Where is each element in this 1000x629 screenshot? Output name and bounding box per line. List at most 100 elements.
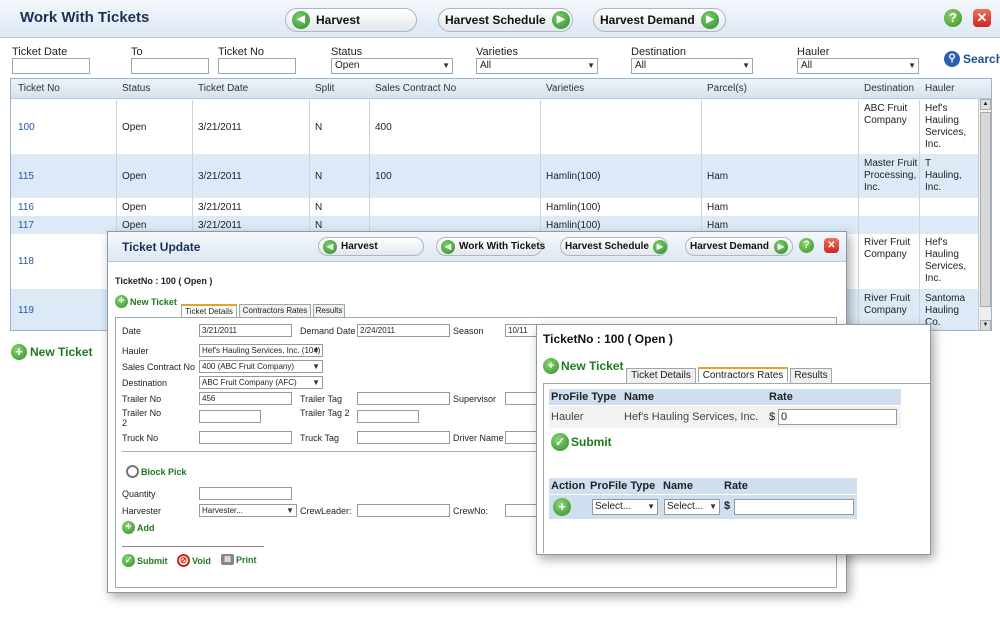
help-icon[interactable]: ? [799, 238, 814, 253]
close-icon[interactable]: ✕ [824, 238, 839, 253]
cr-tab-contractors-rates[interactable]: Contractors Rates [698, 367, 788, 382]
cell-parcels: Ham [707, 171, 729, 182]
col-split[interactable]: Split [315, 83, 334, 94]
cr-tab-ticket-details[interactable]: Ticket Details [626, 368, 696, 383]
status-label: Status [331, 46, 363, 58]
tab-results[interactable]: Results [313, 304, 345, 317]
col-ticket-date[interactable]: Ticket Date [198, 83, 248, 94]
ticket-update-title-bar: Ticket Update ◀ Harvest ◀ Work With Tick… [108, 232, 846, 262]
cell-ticket-no[interactable]: 119 [18, 305, 34, 317]
harvest-demand-button[interactable]: Harvest Demand ▶ [593, 8, 726, 32]
cr-submit-button[interactable]: ✓ Submit [551, 433, 612, 451]
chevron-down-icon: ▼ [587, 61, 595, 70]
truck-no-label: Truck No [122, 433, 159, 443]
plus-icon: + [543, 358, 559, 374]
harvest-button-label: Harvest [316, 13, 361, 27]
quantity-input[interactable] [199, 487, 292, 500]
col-sales-contract[interactable]: Sales Contract No [375, 83, 456, 94]
cell-ticket-no[interactable]: 117 [18, 220, 34, 232]
tab-ticket-details[interactable]: Ticket Details [181, 304, 237, 317]
sales-contract-select[interactable]: 400 (ABC Fruit Company) ▼ [199, 360, 323, 373]
add-label: Add [137, 522, 155, 533]
col-varieties[interactable]: Varieties [546, 83, 584, 94]
destination-select[interactable]: All ▼ [631, 58, 753, 74]
to-date-input[interactable] [131, 58, 209, 74]
table-row[interactable]: 115 Open 3/21/2011 N 100 Hamlin(100) Ham Master… [11, 155, 979, 198]
name-select[interactable]: Select... ▼ [664, 499, 720, 515]
truck-no-input[interactable] [199, 431, 292, 444]
season-input[interactable]: 10/11 [505, 324, 538, 337]
harvest-schedule-button[interactable]: Harvest Schedule ▶ [438, 8, 573, 32]
cr-tab-results[interactable]: Results [790, 368, 832, 383]
cell-split: N [315, 202, 323, 213]
tu-new-ticket-button[interactable]: + New Ticket [115, 295, 177, 308]
add-row-icon[interactable]: + [553, 498, 571, 516]
col-status[interactable]: Status [122, 83, 150, 94]
col-destination[interactable]: Destination [864, 83, 914, 94]
ticket-date-input[interactable] [12, 58, 90, 74]
harvester-select[interactable]: Harvester... ▼ [199, 504, 297, 517]
tab-contractors-rates[interactable]: Contractors Rates [239, 304, 311, 317]
rate-input[interactable]: 0 [778, 409, 897, 425]
demand-date-input[interactable]: 2/24/2011 [357, 324, 450, 337]
tu-work-with-tickets-button[interactable]: ◀ Work With Tickets [436, 237, 545, 256]
submit-button[interactable]: ✓ Submit [122, 554, 168, 567]
destination-select[interactable]: ABC Fruit Company (AFC) ▼ [199, 376, 323, 389]
column-separator [309, 155, 310, 198]
column-separator [540, 155, 541, 198]
cell-ticket-no[interactable]: 100 [18, 122, 35, 134]
tu-harvest-demand-button[interactable]: Harvest Demand ▶ [685, 237, 793, 256]
harvest-schedule-label: Harvest Schedule [445, 13, 546, 27]
add-rate-row: + Select... ▼ Select... ▼ $ [549, 495, 857, 519]
trailer-tag-input[interactable] [357, 392, 450, 405]
profile-type-select[interactable]: Select... ▼ [592, 499, 658, 515]
crewno-input[interactable] [505, 504, 538, 517]
ticket-no-input[interactable] [218, 58, 296, 74]
cell-ticket-no[interactable]: 118 [18, 256, 34, 268]
new-ticket-button[interactable]: + New Ticket [11, 344, 92, 360]
scroll-up-icon[interactable]: ▲ [980, 99, 991, 110]
cell-ticket-no[interactable]: 115 [18, 171, 34, 183]
truck-tag-input[interactable] [357, 431, 450, 444]
status-select[interactable]: Open ▼ [331, 58, 453, 74]
column-separator [116, 155, 117, 198]
close-icon[interactable]: ✕ [973, 9, 991, 27]
col-ticket-no[interactable]: Ticket No [18, 83, 60, 94]
hauler-select[interactable]: Hef's Hauling Services, Inc. (104) ▼ [199, 344, 323, 357]
col-rate: Rate [769, 391, 793, 403]
varieties-select[interactable]: All ▼ [476, 58, 598, 74]
divider [122, 546, 264, 547]
scroll-down-icon[interactable]: ▼ [980, 320, 991, 330]
search-button[interactable]: ⚲ Search [944, 51, 1000, 67]
date-input[interactable]: 3/21/2011 [199, 324, 292, 337]
void-button[interactable]: ⊘ Void [177, 554, 211, 567]
table-row[interactable]: 116 Open 3/21/2011 N Hamlin(100) Ham [11, 198, 979, 217]
harvest-button[interactable]: ◀ Harvest [285, 8, 417, 32]
trailer-no2-input[interactable] [199, 410, 261, 423]
col-parcels[interactable]: Parcel(s) [707, 83, 747, 94]
cell-ticket-no[interactable]: 116 [18, 202, 34, 214]
crewleader-input[interactable] [357, 504, 450, 517]
scroll-thumb[interactable] [980, 112, 991, 307]
help-icon[interactable]: ? [944, 9, 962, 27]
sales-contract-label: Sales Contract No [122, 362, 196, 372]
trailer-no-input[interactable]: 456 [199, 392, 292, 405]
block-pick-button[interactable]: Block Pick [126, 465, 187, 478]
add-button[interactable]: + Add [122, 521, 155, 534]
cr-new-ticket-button[interactable]: + New Ticket [543, 358, 623, 374]
supervisor-input[interactable] [505, 392, 538, 405]
col-hauler[interactable]: Hauler [925, 83, 954, 94]
print-button[interactable]: ▤ Print [221, 554, 257, 565]
driver-name-input[interactable] [505, 431, 538, 444]
tu-harvest-button[interactable]: ◀ Harvest [318, 237, 424, 256]
cell-ticket-date: 3/21/2011 [198, 202, 242, 213]
cell-status: Open [122, 122, 147, 133]
cell-destination: ABC Fruit Company [864, 103, 908, 126]
column-separator [858, 217, 859, 234]
tu-harvest-schedule-button[interactable]: Harvest Schedule ▶ [560, 237, 668, 256]
vertical-scrollbar[interactable]: ▲ ▼ [978, 99, 991, 330]
new-rate-input[interactable] [734, 499, 854, 515]
hauler-select[interactable]: All ▼ [797, 58, 919, 74]
trailer-tag2-input[interactable] [357, 410, 419, 423]
table-row[interactable]: 100 Open 3/21/2011 N 400 ABC Fruit Company Hef… [11, 100, 979, 155]
